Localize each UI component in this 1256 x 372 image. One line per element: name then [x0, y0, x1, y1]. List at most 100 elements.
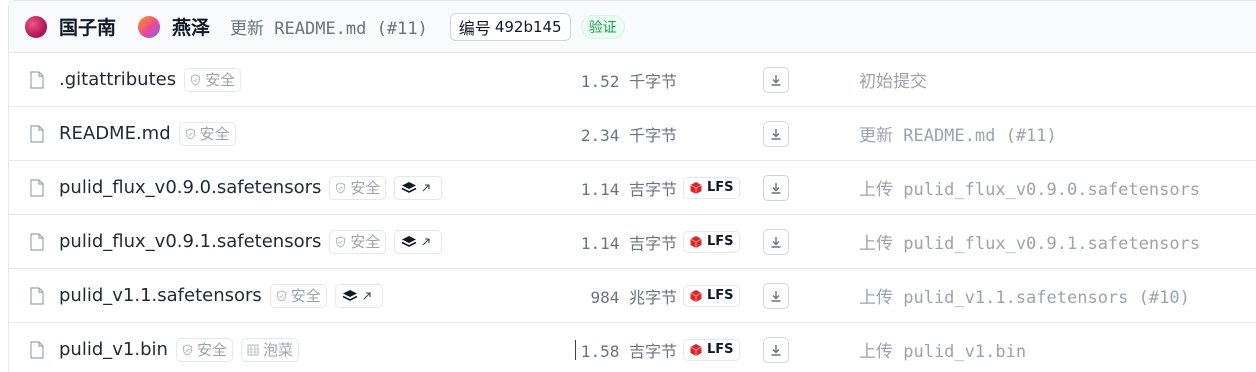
- pickle-badge-label: 泡菜: [262, 341, 293, 359]
- file-list-panel: 国子南 燕泽 更新 README.md (#11) 编号 492b145 验证 …: [8, 0, 1256, 372]
- xet-layers-icon: [402, 235, 417, 247]
- file-icon: [30, 125, 44, 143]
- safe-badge-label: 安全: [205, 71, 236, 89]
- shield-icon: [336, 181, 346, 194]
- download-icon: [771, 74, 781, 86]
- download-icon: [771, 344, 781, 356]
- external-link-icon: [423, 237, 430, 245]
- safe-badge[interactable]: 安全: [184, 67, 242, 92]
- file-row[interactable]: pulid_flux_v0.9.1.safetensors 安全 1.14 吉字…: [9, 215, 1256, 269]
- file-row[interactable]: pulid_v1.bin 安全 泡菜 1.58 吉字节 LFS 上传 pulid…: [9, 323, 1256, 372]
- commit-hash-label: 编号: [458, 18, 491, 38]
- file-name-link[interactable]: pulid_flux_v0.9.0.safetensors: [59, 177, 321, 198]
- external-link-icon: [423, 183, 430, 191]
- file-name-cell: README.md 安全: [59, 121, 236, 146]
- lfs-badge[interactable]: LFS: [683, 230, 740, 253]
- download-button[interactable]: [763, 336, 789, 363]
- download-button[interactable]: [763, 228, 789, 255]
- file-name-link[interactable]: pulid_v1.1.safetensors: [59, 285, 262, 306]
- file-icon: [30, 233, 44, 251]
- lfs-cube-icon: [690, 289, 702, 302]
- safe-badge[interactable]: 安全: [329, 175, 387, 200]
- safe-badge[interactable]: 安全: [329, 229, 387, 254]
- file-size: 984 兆字节: [590, 287, 677, 307]
- safe-badge-label: 安全: [290, 287, 321, 305]
- safe-badge[interactable]: 安全: [269, 283, 327, 308]
- commit-hash-value: 492b145: [494, 17, 562, 36]
- file-name-cell: pulid_v1.bin 安全 泡菜: [59, 337, 299, 362]
- lfs-badge-label: LFS: [707, 342, 734, 357]
- file-size: 1.14 吉字节: [580, 179, 677, 199]
- xet-layers-icon: [402, 181, 417, 193]
- file-size: 1.14 吉字节: [580, 233, 677, 253]
- download-icon: [771, 128, 781, 140]
- external-link-icon: [363, 291, 371, 299]
- file-commit-message[interactable]: 上传 pulid_v1.bin: [859, 337, 1026, 362]
- download-icon: [771, 290, 781, 302]
- file-row[interactable]: pulid_flux_v0.9.0.safetensors 安全 1.14 吉字…: [9, 161, 1256, 215]
- file-size: 1.52 千字节: [580, 71, 677, 91]
- file-icon: [30, 341, 44, 359]
- author2-name[interactable]: 燕泽: [172, 13, 210, 40]
- file-name-cell: .gitattributes 安全: [59, 67, 242, 92]
- safe-badge[interactable]: 安全: [175, 337, 233, 362]
- commit-hash-button[interactable]: 编号 492b145: [449, 12, 571, 41]
- last-commit-header: 国子南 燕泽 更新 README.md (#11) 编号 492b145 验证: [9, 1, 1256, 53]
- file-row[interactable]: pulid_v1.1.safetensors 安全 984 兆字节 LFS 上传…: [9, 269, 1256, 323]
- text-cursor: [575, 339, 576, 360]
- shield-icon: [182, 343, 192, 356]
- author1-avatar[interactable]: [25, 15, 47, 38]
- file-name-cell: pulid_flux_v0.9.1.safetensors 安全: [59, 229, 443, 254]
- download-button[interactable]: [763, 174, 789, 201]
- file-name-link[interactable]: pulid_v1.bin: [59, 339, 168, 360]
- file-name-link[interactable]: .gitattributes: [59, 69, 176, 90]
- file-commit-message[interactable]: 更新 README.md (#11): [859, 121, 1057, 146]
- xet-badge[interactable]: [394, 175, 443, 200]
- shield-icon: [185, 127, 195, 140]
- download-icon: [771, 182, 781, 194]
- verified-badge: 验证: [580, 14, 625, 39]
- file-row[interactable]: .gitattributes 安全 1.52 千字节 初始提交: [9, 53, 1256, 107]
- download-icon: [771, 236, 781, 248]
- author2-avatar[interactable]: [138, 15, 161, 38]
- file-icon: [30, 287, 44, 305]
- commit-message[interactable]: 更新 README.md (#11): [230, 14, 428, 39]
- lfs-cube-icon: [690, 181, 702, 194]
- xet-layers-icon: [342, 289, 358, 301]
- shield-icon: [276, 289, 286, 302]
- author1-name[interactable]: 国子南: [59, 13, 116, 40]
- download-button[interactable]: [763, 120, 789, 147]
- file-name-cell: pulid_v1.1.safetensors 安全: [59, 283, 383, 308]
- lfs-badge-label: LFS: [707, 234, 734, 249]
- safe-badge-label: 安全: [350, 179, 381, 197]
- file-commit-message[interactable]: 上传 pulid_flux_v0.9.1.safetensors: [859, 229, 1200, 254]
- shield-icon: [336, 235, 346, 248]
- shield-icon: [191, 73, 201, 86]
- download-button[interactable]: [763, 66, 789, 93]
- file-commit-message[interactable]: 上传 pulid_flux_v0.9.0.safetensors: [859, 175, 1200, 200]
- lfs-badge[interactable]: LFS: [683, 176, 740, 199]
- file-row[interactable]: README.md 安全 2.34 千字节 更新 README.md (#11): [9, 107, 1256, 161]
- lfs-badge[interactable]: LFS: [683, 338, 740, 361]
- safe-badge[interactable]: 安全: [178, 121, 236, 146]
- file-size: 1.58 吉字节: [580, 341, 677, 361]
- file-icon: [30, 71, 44, 89]
- xet-badge[interactable]: [394, 229, 443, 254]
- file-size: 2.34 千字节: [580, 125, 677, 145]
- lfs-badge[interactable]: LFS: [683, 284, 740, 307]
- xet-badge[interactable]: [334, 283, 383, 308]
- file-name-link[interactable]: README.md: [59, 123, 171, 144]
- pickle-badge[interactable]: 泡菜: [240, 337, 299, 362]
- file-commit-message[interactable]: 上传 pulid_v1.1.safetensors (#10): [859, 283, 1190, 308]
- pickle-icon: [247, 344, 259, 355]
- file-name-link[interactable]: pulid_flux_v0.9.1.safetensors: [59, 231, 321, 252]
- file-commit-message[interactable]: 初始提交: [859, 67, 927, 92]
- lfs-badge-label: LFS: [707, 180, 734, 195]
- safe-badge-label: 安全: [199, 125, 230, 143]
- lfs-cube-icon: [690, 235, 702, 248]
- safe-badge-label: 安全: [350, 233, 381, 251]
- download-button[interactable]: [763, 282, 789, 309]
- file-icon: [30, 179, 44, 197]
- safe-badge-label: 安全: [196, 341, 227, 359]
- lfs-badge-label: LFS: [707, 288, 734, 303]
